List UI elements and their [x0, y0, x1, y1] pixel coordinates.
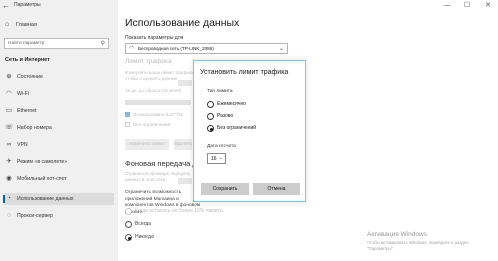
sidebar: ⌂ Главная Найти параметр ⚲ Сеть и Интерн… — [0, 0, 118, 261]
sidebar-item-proxy[interactable]: ◌ Прокси-сервер — [4, 210, 114, 222]
radio-button[interactable] — [207, 113, 214, 120]
radio-button[interactable] — [125, 208, 132, 215]
limit-desc-fragment — [178, 80, 192, 86]
limit-type-label: Тип лимита — [207, 89, 233, 94]
limit-section-title: Лимит трафика — [125, 58, 172, 65]
radio-label: Никогда — [135, 234, 154, 240]
radio-button-selected[interactable] — [207, 125, 214, 132]
sidebar-item-data-usage[interactable]: ◔ Использование данных — [3, 193, 114, 205]
search-icon[interactable]: ⚲ — [101, 40, 105, 47]
wifi-icon: ◠ — [129, 46, 135, 52]
delete-limit-label: Удалить лимит — [174, 142, 192, 147]
data-usage-icon: ◔ — [7, 195, 11, 202]
reset-date-field-label: Дата отсчета — [207, 144, 236, 149]
airplane-icon: ✈ — [6, 158, 12, 165]
sidebar-item-vpn[interactable]: ∞ VPN — [4, 139, 114, 151]
chevron-down-icon: ⌄ — [218, 155, 223, 161]
sidebar-item-label: Режим «в самолете» — [17, 159, 68, 165]
reset-date-value: 16 — [211, 156, 217, 162]
wifi-icon: ◠ — [6, 90, 12, 97]
sidebar-item-dialup[interactable]: ☏ Набор номера — [4, 122, 114, 134]
home-icon: ⌂ — [5, 21, 10, 28]
radio-button[interactable] — [125, 221, 132, 228]
sidebar-item-label: Набор номера — [17, 125, 52, 131]
sidebar-item-airplane[interactable]: ✈ Режим «в самолете» — [4, 156, 114, 168]
legend-unlimited-label: Без ограничений — [133, 123, 171, 128]
set-data-limit-dialog: Установить лимит трафика Тип лимита Ежем… — [193, 60, 306, 202]
window-title: Параметры — [14, 2, 41, 8]
chevron-down-icon: ⌄ — [278, 46, 284, 52]
ethernet-icon: ▭ — [5, 107, 13, 114]
delete-limit-button[interactable]: Удалить лимит — [174, 139, 192, 150]
sidebar-item-wifi[interactable]: ◠ Wi-Fi — [4, 88, 114, 100]
dialog-title: Установить лимит трафика — [200, 69, 289, 76]
dialup-icon: ☏ — [5, 124, 14, 131]
legend-used-label: Использовано 5,67 ГБ — [133, 113, 183, 118]
radio-button[interactable] — [207, 101, 214, 108]
main-content: Использование данных Показать параметры … — [118, 0, 498, 261]
hotspot-icon: ◉ — [6, 175, 12, 182]
vpn-icon: ∞ — [6, 141, 12, 148]
radio-label: Когда осталось не более 10% лимита — [135, 208, 223, 214]
save-button[interactable]: Сохранить — [201, 183, 249, 195]
page-title: Использование данных — [125, 17, 240, 29]
back-arrow-icon[interactable]: ← — [2, 1, 12, 11]
cancel-button[interactable]: Отмена — [253, 183, 300, 195]
sidebar-section-title: Сеть и Интернет — [5, 57, 50, 63]
status-icon: ⊕ — [6, 73, 12, 80]
search-placeholder: Найти параметр — [8, 41, 45, 46]
sidebar-item-label: Использование данных — [17, 196, 74, 202]
network-select[interactable]: ◠ Беспроводная сеть (TP-LINK_2086) ⌄ — [125, 43, 288, 54]
network-select-value: Беспроводная сеть (TP-LINK_2086) — [138, 46, 214, 51]
reset-date-label: 15 дн. до сброса (15 июня) — [125, 88, 182, 93]
sidebar-item-hotspot[interactable]: ◉ Мобильный хот-спот — [4, 173, 114, 185]
usage-progress-bar — [125, 100, 191, 105]
radio-label: Всегда — [135, 221, 151, 227]
legend-used-swatch — [125, 112, 130, 117]
proxy-icon: ◌ — [7, 212, 11, 219]
radio-button-selected[interactable] — [125, 234, 132, 241]
activation-watermark-title: Активация Windows — [367, 231, 427, 238]
legend-unlimited-swatch — [125, 122, 130, 127]
legend-used: Использовано 5,67 ГБ — [125, 112, 182, 118]
radio-label: Без ограничений — [217, 125, 257, 131]
bg-desc-fragment — [178, 178, 192, 184]
reset-date-select[interactable]: 16 ⌄ — [207, 153, 226, 164]
activation-watermark-text: Чтобы активировать Windows, перейдите в … — [367, 240, 469, 251]
sidebar-item-label: Wi-Fi — [17, 91, 30, 97]
sidebar-item-label: Прокси-сервер — [17, 213, 53, 219]
sidebar-item-status[interactable]: ⊕ Состояние — [4, 71, 114, 83]
nav-home-label: Главная — [16, 22, 37, 28]
show-settings-label: Показать параметры для — [125, 35, 184, 41]
nav-home[interactable]: ⌂ Главная — [4, 19, 114, 31]
sidebar-item-ethernet[interactable]: ▭ Ethernet — [4, 105, 114, 117]
sidebar-item-label: Ethernet — [17, 108, 37, 114]
radio-label: Разово — [217, 113, 234, 119]
sidebar-item-label: Состояние — [17, 74, 43, 80]
search-input[interactable]: Найти параметр ⚲ — [4, 38, 109, 49]
change-limit-button[interactable]: Изменить лимит — [125, 139, 169, 150]
radio-label: Ежемесячно — [217, 101, 247, 107]
legend-unlimited: Без ограничений — [125, 122, 171, 128]
sidebar-item-label: Мобильный хот-спот — [17, 176, 67, 182]
sidebar-item-label: VPN — [17, 142, 28, 148]
